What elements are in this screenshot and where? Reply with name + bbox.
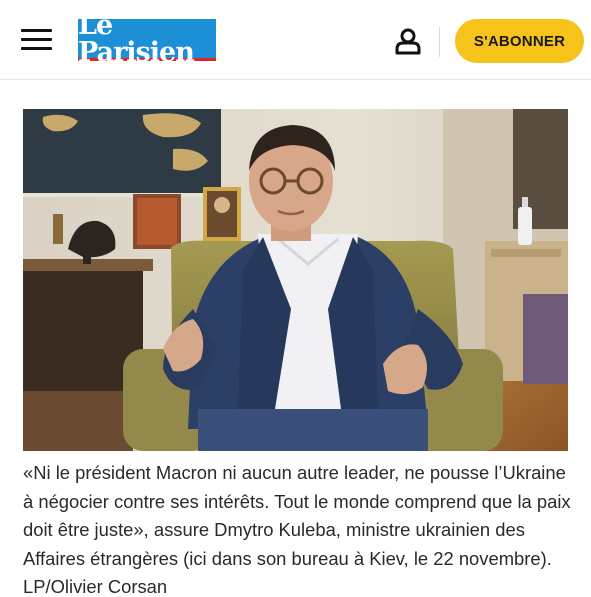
caption-text: «Ni le président Macron ni aucun autre l… bbox=[23, 462, 571, 569]
logo-text: Le Parisien bbox=[78, 9, 195, 68]
header-divider bbox=[439, 27, 440, 57]
photo-credit: LP/Olivier Corsan bbox=[23, 576, 168, 597]
hamburger-menu-icon[interactable] bbox=[21, 29, 52, 53]
article-photo bbox=[23, 109, 568, 451]
subscribe-button[interactable]: S'ABONNER bbox=[455, 19, 584, 63]
user-account-icon[interactable] bbox=[394, 27, 422, 55]
photo-caption: «Ni le président Macron ni aucun autre l… bbox=[23, 459, 571, 597]
site-header: Le Parisien S'ABONNER bbox=[0, 0, 591, 80]
le-parisien-logo[interactable]: Le Parisien bbox=[78, 12, 216, 66]
